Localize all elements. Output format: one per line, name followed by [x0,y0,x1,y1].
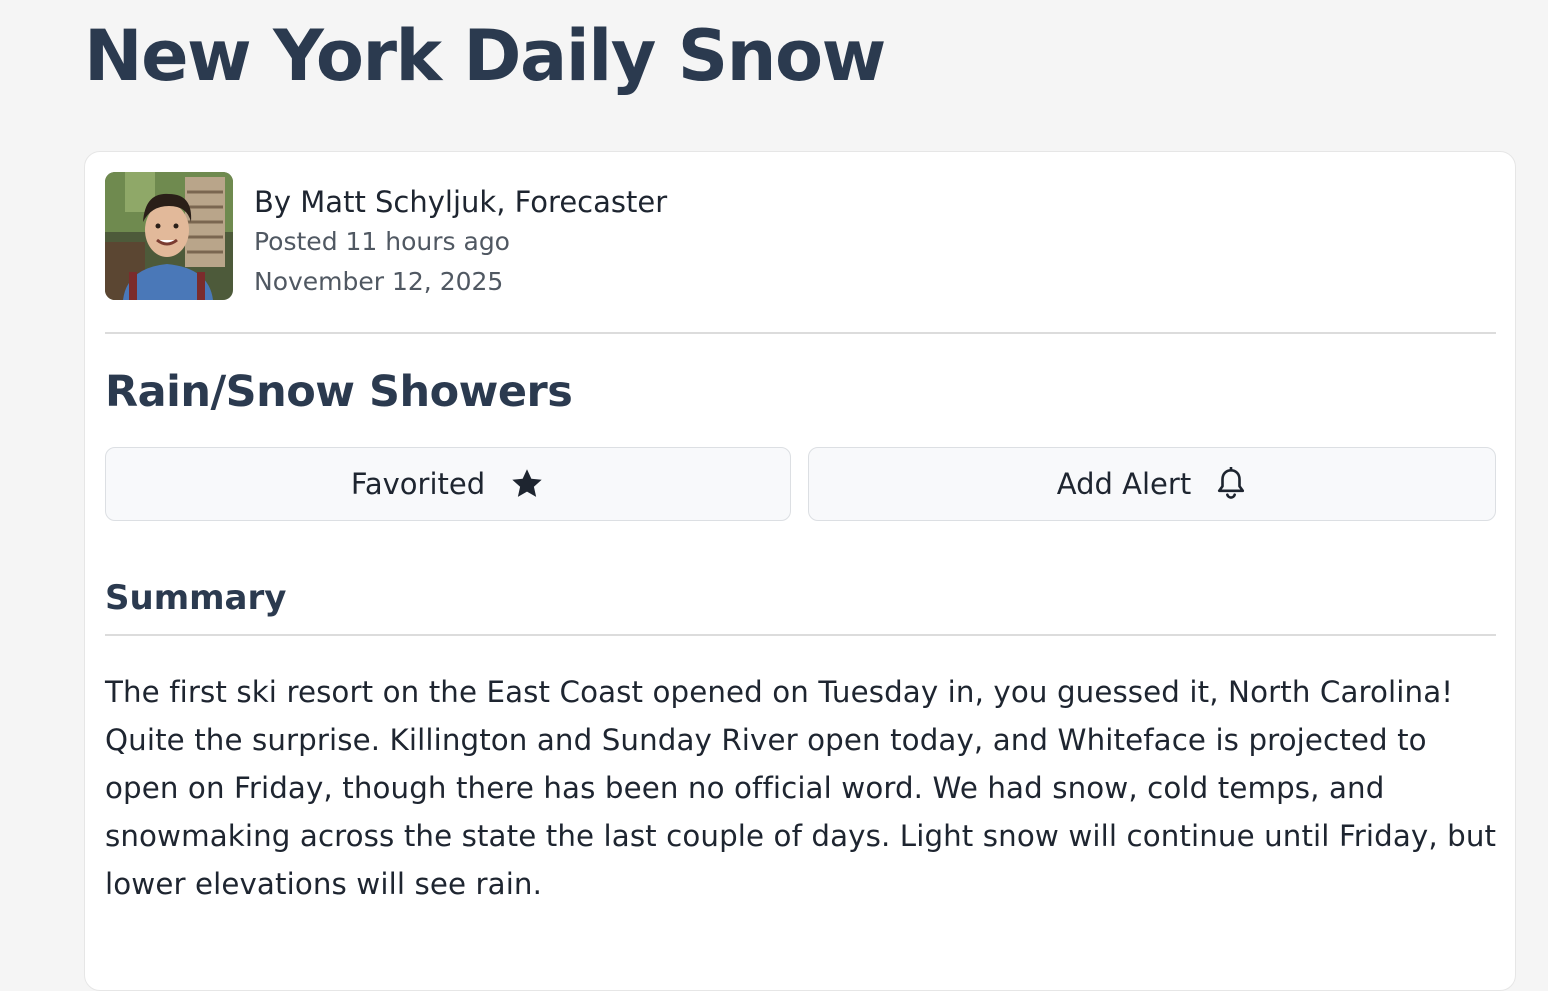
post-date: November 12, 2025 [254,267,504,296]
posted-time: Posted 11 hours ago [254,227,510,256]
favorite-label: Favorited [350,467,486,501]
summary-body: The first ski resort on the East Coast o… [105,675,1497,901]
add-alert-button[interactable]: Add Alert [808,447,1496,521]
author-avatar[interactable] [105,172,233,300]
author-photo-image [105,172,233,300]
divider [105,332,1496,334]
summary-heading: Summary [105,578,287,618]
bell-icon [1215,467,1247,501]
add-alert-label: Add Alert [1056,467,1192,501]
page-title: New York Daily Snow [84,15,886,97]
author-info: By Matt Schyljuk, Forecaster Posted 11 h… [254,182,667,302]
favorite-button[interactable]: Favorited [105,447,791,521]
forecast-card: By Matt Schyljuk, Forecaster Posted 11 h… [84,151,1516,991]
divider [105,634,1496,636]
author-byline[interactable]: By Matt Schyljuk, Forecaster [254,182,667,222]
star-filled-icon [509,466,545,502]
forecast-title: Rain/Snow Showers [105,367,573,417]
